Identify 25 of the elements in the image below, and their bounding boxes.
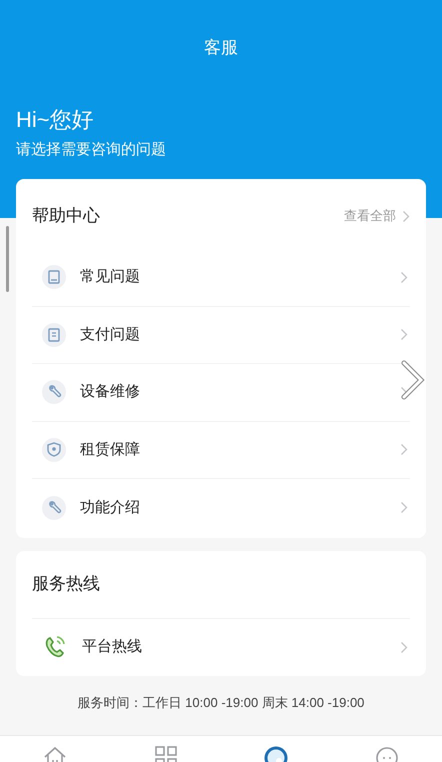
chevron-right-icon — [400, 640, 408, 654]
chevron-right-icon — [400, 501, 408, 514]
menu-item[interactable]: 租赁保障 — [32, 422, 410, 479]
chevron-right-icon — [400, 270, 408, 284]
section-title: 服务热线 — [32, 573, 100, 596]
menu-item[interactable]: 设备维修 — [32, 364, 410, 422]
wrench-icon — [42, 496, 66, 520]
section-title: 帮助中心 — [32, 205, 101, 228]
scroll-indicator — [6, 226, 9, 292]
book-icon — [42, 265, 66, 290]
chevron-right-icon[interactable] — [400, 360, 426, 400]
service-hours: 服务时间：工作日 10:00 -19:00 周末 14:00 -19:00 — [78, 694, 364, 712]
chevron-right-icon — [400, 328, 408, 342]
menu-item[interactable]: 平台热线 — [32, 618, 410, 676]
menu-item[interactable]: 支付问题 — [32, 306, 410, 364]
menu-item[interactable]: 功能介绍 — [32, 479, 410, 536]
receipt-icon — [42, 322, 66, 347]
page-title: 客服 — [204, 37, 238, 59]
greeting: Hi~您好 — [16, 108, 95, 130]
greeting-subtitle: 请选择需要咨询的问题 — [16, 140, 167, 160]
chevron-right-icon — [402, 210, 410, 222]
menu-item[interactable]: 常见问题 — [32, 249, 410, 306]
wrench-icon — [42, 380, 66, 404]
chevron-right-icon — [400, 443, 408, 456]
shield-icon — [42, 438, 66, 462]
